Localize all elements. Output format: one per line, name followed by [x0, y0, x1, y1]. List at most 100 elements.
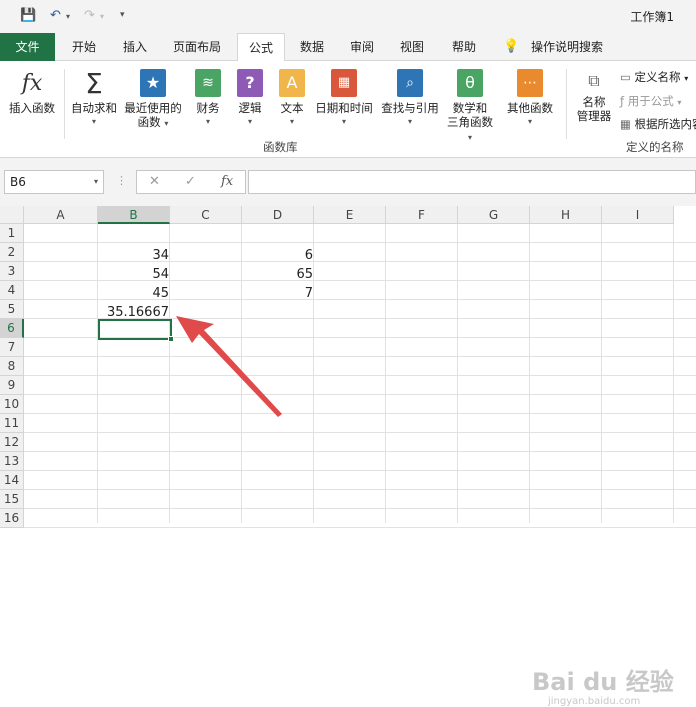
- tab-home[interactable]: 开始: [62, 33, 106, 61]
- lookup-reference-button[interactable]: ⌕ 查找与引用 ▾: [378, 67, 442, 129]
- column-header-i[interactable]: I: [602, 206, 674, 224]
- ribbon-separator: [64, 69, 65, 139]
- row-header-14[interactable]: 14: [0, 471, 24, 490]
- formula-input[interactable]: [248, 170, 696, 194]
- tab-formulas[interactable]: 公式: [237, 33, 285, 62]
- column-header-b[interactable]: B: [98, 206, 170, 224]
- gridline-horizontal: [24, 356, 696, 357]
- tell-me-search[interactable]: 操作说明搜索: [525, 33, 609, 61]
- more-functions-button[interactable]: ⋯ 其他函数 ▾: [502, 67, 558, 129]
- tab-page-layout[interactable]: 页面布局: [166, 33, 228, 61]
- row-header-10[interactable]: 10: [0, 395, 24, 414]
- recent-functions-button[interactable]: ★ 最近使用的 函数 ▾: [122, 67, 184, 131]
- tab-insert[interactable]: 插入: [113, 33, 157, 61]
- column-header-g[interactable]: G: [458, 206, 530, 224]
- row-header-6[interactable]: 6: [0, 319, 24, 338]
- insert-function-icon[interactable]: fx: [221, 174, 233, 189]
- row-header-9[interactable]: 9: [0, 376, 24, 395]
- column-header-e[interactable]: E: [314, 206, 386, 224]
- watermark-logo: Bai du 经验: [532, 668, 674, 696]
- coins-icon: ≋: [195, 69, 221, 97]
- row-header-4[interactable]: 4: [0, 281, 24, 300]
- fill-handle[interactable]: [168, 336, 174, 342]
- undo-dropdown-icon[interactable]: ▾: [66, 12, 70, 21]
- tab-review[interactable]: 审阅: [340, 33, 384, 61]
- define-name-button[interactable]: ▭ 定义名称 ▾: [620, 69, 688, 85]
- column-header-a[interactable]: A: [24, 206, 98, 224]
- enter-icon[interactable]: ✓: [185, 174, 196, 189]
- chevron-down-icon: ▾: [677, 98, 682, 107]
- cell-d3[interactable]: 65: [242, 265, 316, 284]
- name-box[interactable]: B6 ▾: [4, 170, 104, 194]
- redo-icon[interactable]: ↷: [84, 8, 95, 23]
- cancel-icon[interactable]: ✕: [149, 174, 160, 189]
- row-header-11[interactable]: 11: [0, 414, 24, 433]
- gridline-vertical: [673, 224, 674, 523]
- tab-view[interactable]: 视图: [390, 33, 434, 61]
- redo-dropdown-icon[interactable]: ▾: [100, 12, 104, 21]
- fx-icon: fx: [21, 71, 43, 96]
- save-icon[interactable]: 💾: [20, 8, 36, 23]
- chevron-down-icon: ▾: [467, 133, 472, 142]
- gridline-horizontal: [24, 432, 696, 433]
- cell-b2[interactable]: 34: [98, 246, 172, 265]
- defined-names-group-label: 定义的名称: [626, 140, 684, 154]
- row-header-16[interactable]: 16: [0, 509, 24, 528]
- column-header-h[interactable]: H: [530, 206, 602, 224]
- cell-d4[interactable]: 7: [242, 284, 316, 303]
- chevron-down-icon: ▾: [684, 74, 689, 83]
- sigma-icon: Σ: [85, 67, 103, 100]
- gridline-vertical: [385, 224, 386, 523]
- column-header-f[interactable]: F: [386, 206, 458, 224]
- column-header-c[interactable]: C: [170, 206, 242, 224]
- customize-qat-icon[interactable]: ▾: [120, 10, 125, 20]
- active-cell-b6[interactable]: [98, 319, 174, 342]
- use-in-formula-button[interactable]: ƒ 用于公式 ▾: [620, 93, 681, 109]
- gridline-horizontal: [24, 508, 696, 509]
- row-header-15[interactable]: 15: [0, 490, 24, 509]
- gridline-horizontal: [24, 489, 696, 490]
- date-time-button[interactable]: ▦ 日期和时间 ▾: [312, 67, 376, 129]
- gridline-vertical: [601, 224, 602, 523]
- row-header-1[interactable]: 1: [0, 224, 24, 243]
- row-header-5[interactable]: 5: [0, 300, 24, 319]
- tab-help[interactable]: 帮助: [442, 33, 486, 61]
- undo-icon[interactable]: ↶: [50, 8, 61, 23]
- column-header-d[interactable]: D: [242, 206, 314, 224]
- cell-b3[interactable]: 54: [98, 265, 172, 284]
- cell-d2[interactable]: 6: [242, 246, 316, 265]
- more-functions-icon: ⋯: [517, 69, 543, 97]
- tab-data[interactable]: 数据: [290, 33, 334, 61]
- row-header-3[interactable]: 3: [0, 262, 24, 281]
- chevron-down-icon: ▾: [289, 117, 294, 126]
- create-from-selection-button[interactable]: ▦ 根据所选内容: [620, 116, 696, 132]
- financial-button[interactable]: ≋ 财务 ▾: [190, 67, 226, 129]
- insert-function-button[interactable]: fx 插入函数: [4, 67, 60, 115]
- lightbulb-icon: 💡: [503, 39, 520, 54]
- theta-icon: θ: [457, 69, 483, 97]
- math-trig-button[interactable]: θ 数学和 三角函数 ▾: [444, 67, 496, 145]
- chevron-down-icon: ▾: [247, 117, 252, 126]
- letter-a-icon: A: [279, 69, 305, 97]
- row-header-8[interactable]: 8: [0, 357, 24, 376]
- ribbon-separator: [566, 69, 567, 139]
- tag-icon: ▭: [620, 70, 631, 84]
- chevron-down-icon[interactable]: ▾: [94, 171, 98, 193]
- select-all-corner[interactable]: [0, 206, 24, 224]
- tab-file[interactable]: 文件: [0, 33, 55, 61]
- name-manager-button[interactable]: ⧉ 名称 管理器: [572, 67, 616, 123]
- row-header-2[interactable]: 2: [0, 243, 24, 262]
- formula-bar: B6 ▾ ⋮ ✕ ✓ fx: [0, 158, 696, 206]
- question-icon: ?: [237, 69, 263, 97]
- row-header-7[interactable]: 7: [0, 338, 24, 357]
- cell-b4[interactable]: 45: [98, 284, 172, 303]
- arrow-shape: [176, 316, 282, 417]
- autosum-button[interactable]: Σ 自动求和 ▾: [68, 67, 120, 129]
- more-options-icon[interactable]: ⋮: [116, 174, 127, 187]
- calendar-icon: ▦: [331, 69, 357, 97]
- row-header-13[interactable]: 13: [0, 452, 24, 471]
- logical-button[interactable]: ? 逻辑 ▾: [232, 67, 268, 129]
- text-button[interactable]: A 文本 ▾: [274, 67, 310, 129]
- gridline-vertical: [529, 224, 530, 523]
- row-header-12[interactable]: 12: [0, 433, 24, 452]
